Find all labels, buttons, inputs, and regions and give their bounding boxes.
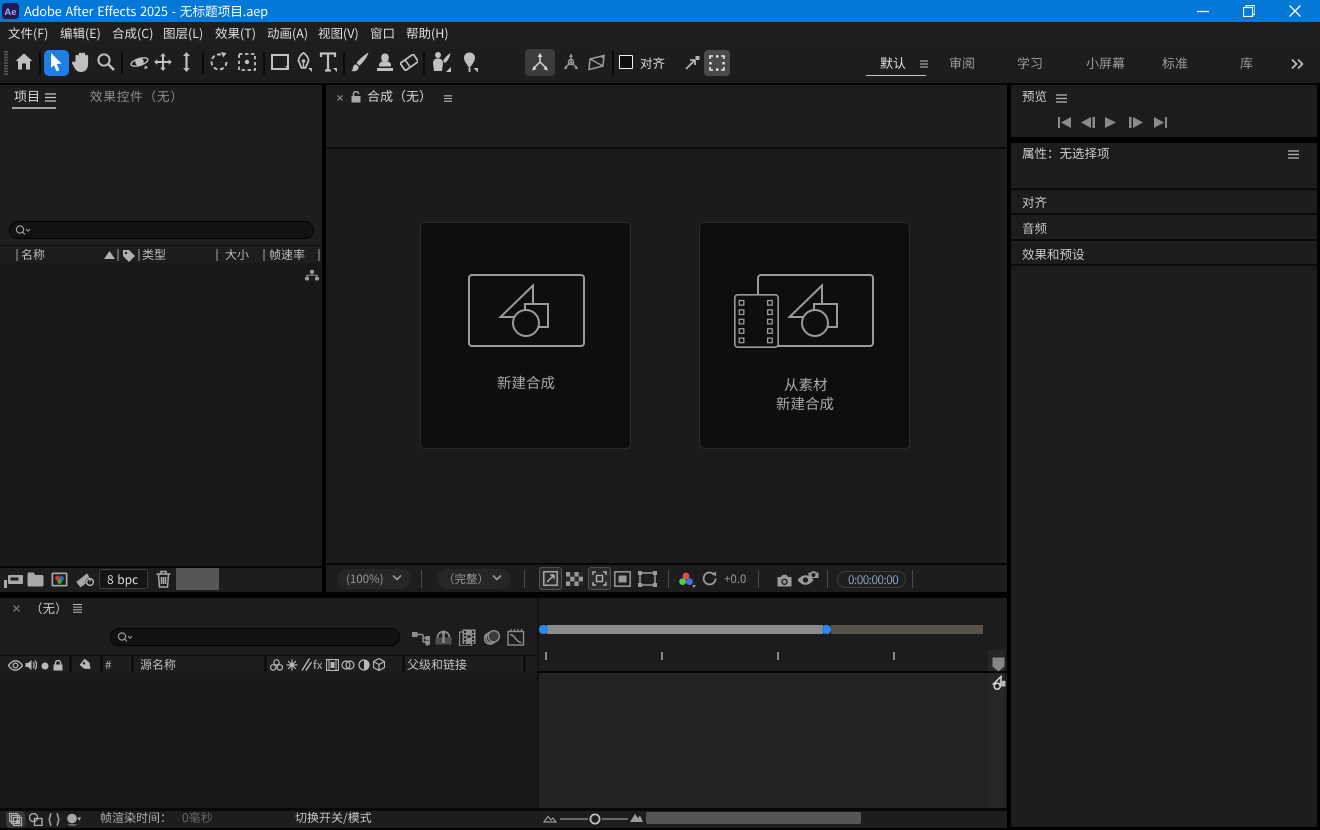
svg-text:Ae: Ae [4,7,16,18]
